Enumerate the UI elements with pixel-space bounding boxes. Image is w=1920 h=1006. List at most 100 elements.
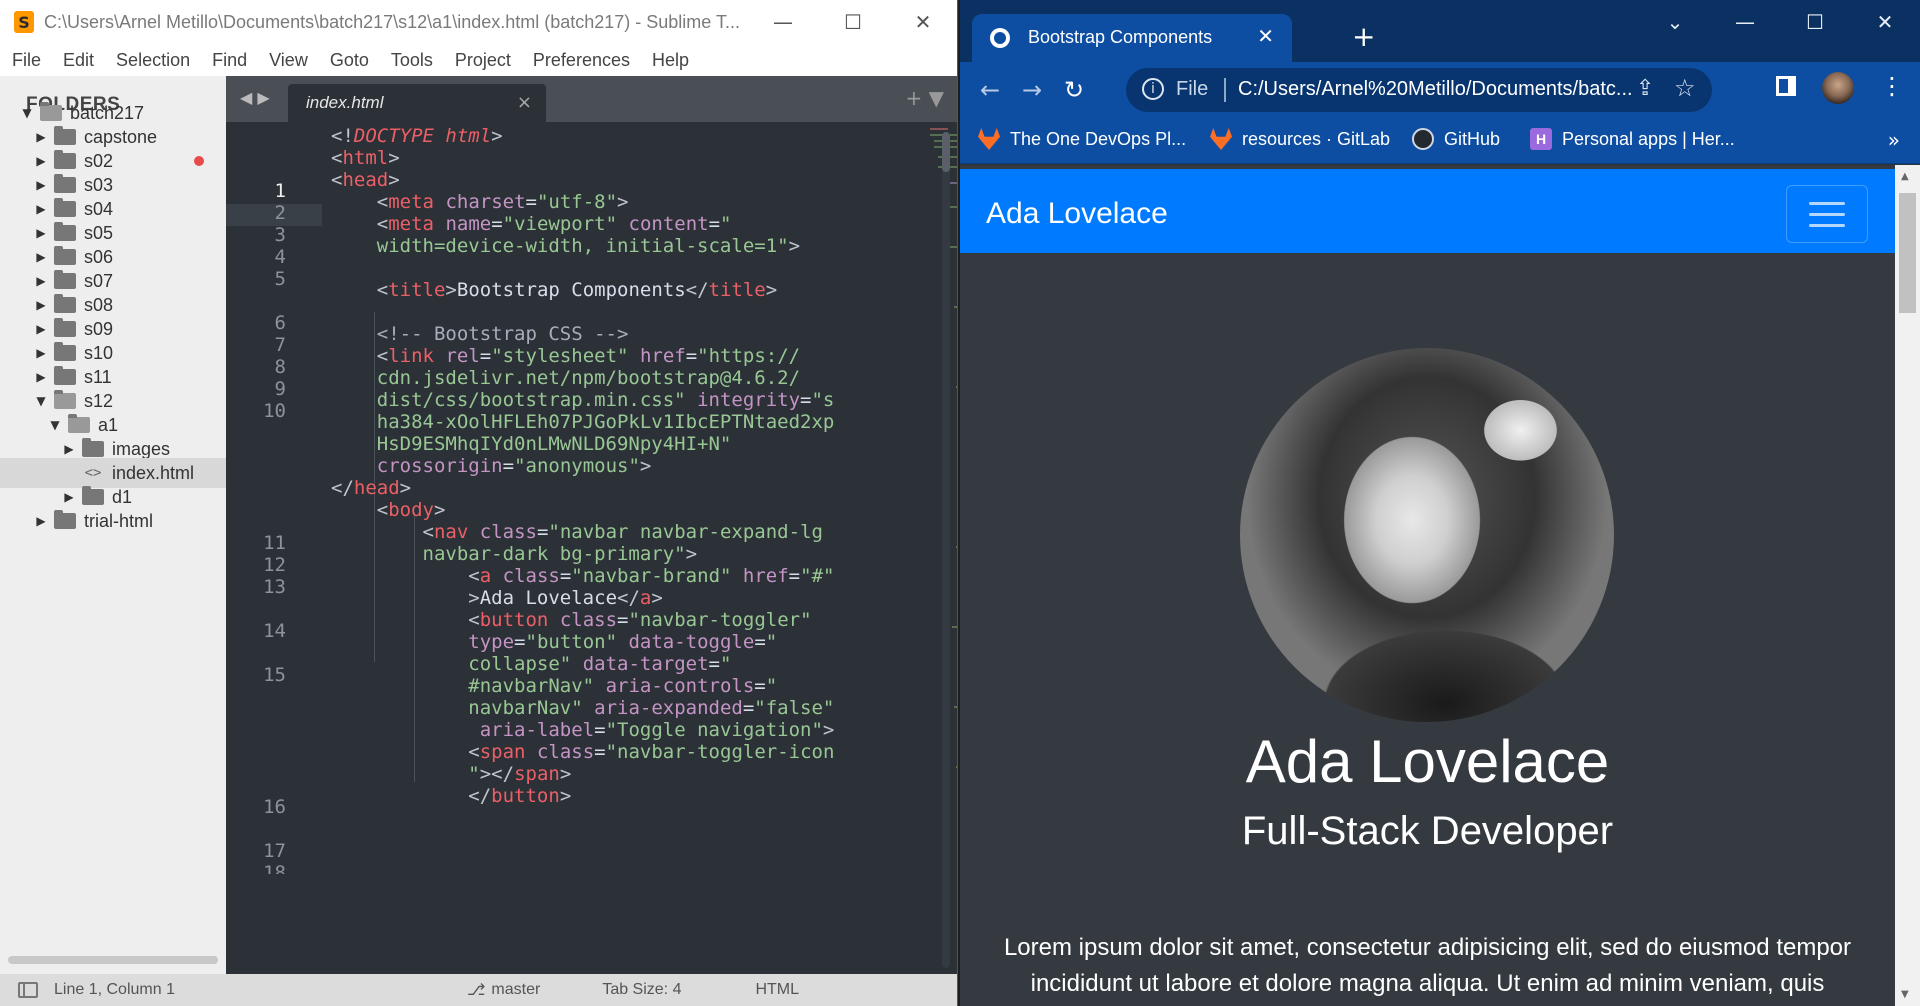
scroll-down-icon[interactable]: ▼ [1901,989,1909,1000]
menu-preferences[interactable]: Preferences [533,50,630,71]
code-view[interactable]: <!DOCTYPE html> <html> <head> <meta charse… [331,103,834,851]
line-number: 2 [274,202,286,224]
address-bar[interactable]: i File C:/Users/Arnel%20Metillo/Document… [1126,68,1712,112]
info-icon[interactable]: i [1142,78,1164,100]
minimize-icon[interactable]: — [1710,0,1780,44]
browser-tab[interactable]: Bootstrap Components ✕ [972,14,1292,62]
tree-item-label: s07 [84,270,114,291]
tab-navigation-icon[interactable]: ◀ ▶ [240,88,270,107]
line-number: 12 [263,554,286,576]
menu-file[interactable]: File [12,50,41,71]
line-number: 18 [263,862,286,874]
menu-tools[interactable]: Tools [391,50,433,71]
tree-item-label: images [112,438,171,459]
reload-icon[interactable]: ↻ [1064,76,1084,104]
more-menu-icon[interactable]: ⋮ [1880,72,1904,100]
menu-help[interactable]: Help [652,50,689,71]
chevron-right-icon[interactable]: ▶ [34,322,48,336]
folder-icon [82,438,104,457]
menu-project[interactable]: Project [455,50,511,71]
page-viewport: Ada Lovelace Ada Lovelace Full-Stack Dev… [960,165,1895,1006]
tree-item-trial-html[interactable]: ▶ trial-html [0,506,226,536]
divider [1224,78,1226,102]
chevron-right-icon[interactable]: ▶ [34,370,48,384]
chevron-right-icon[interactable]: ▶ [62,490,76,504]
globe-icon [990,28,1010,48]
bookmark-label: Personal apps | Her... [1562,128,1735,149]
scrollbar-thumb[interactable] [1899,193,1916,313]
chevron-right-icon[interactable]: ▶ [34,226,48,240]
page-scrollbar[interactable]: ▲ ▼ [1895,165,1920,1006]
status-bar: Line 1, Column 1 ⎇ master Tab Size: 4 HT… [0,974,957,1006]
chevron-right-icon[interactable]: ▶ [34,178,48,192]
tree-item-label: a1 [98,414,119,435]
menu-goto[interactable]: Goto [330,50,369,71]
share-icon[interactable]: ⇪ [1636,76,1654,101]
code-file-icon: <> [84,465,102,481]
tab-menu-icon[interactable]: + ▼ [906,86,945,110]
hamburger-icon [1809,202,1845,205]
chevron-right-icon[interactable]: ▶ [34,154,48,168]
line-number: 17 [263,840,286,862]
chevron-down-icon[interactable]: ▼ [48,418,62,432]
gitlab-icon [1210,128,1232,150]
navbar-brand[interactable]: Ada Lovelace [986,197,1168,231]
sidebar-toggle-icon[interactable] [18,982,38,998]
folder-icon [54,342,76,361]
git-branch[interactable]: master [491,981,540,999]
folder-open-icon [54,390,76,409]
chevron-right-icon[interactable]: ▶ [34,274,48,288]
line-number: 3 [274,224,286,246]
close-tab-icon[interactable]: ✕ [1257,24,1274,48]
editor-scrollbar[interactable] [942,132,950,968]
bookmark-gitlab[interactable]: resources · GitLab [1210,128,1390,150]
navbar-toggler-button[interactable] [1786,185,1868,243]
menu-view[interactable]: View [269,50,308,71]
folder-icon [54,222,76,241]
chevron-right-icon[interactable]: ▶ [34,298,48,312]
syntax-mode[interactable]: HTML [755,981,799,999]
chevron-down-icon[interactable]: ▼ [20,106,34,120]
folder-open-icon [40,102,62,121]
chevron-right-icon[interactable]: ▶ [34,250,48,264]
forward-arrow-icon[interactable]: → [1022,76,1042,104]
maximize-icon[interactable]: ☐ [1780,0,1850,44]
line-number: 7 [274,334,286,356]
bookmark-devops[interactable]: The One DevOps Pl... [978,128,1186,150]
maximize-icon[interactable]: ☐ [818,0,888,44]
chevron-right-icon[interactable]: ▶ [34,514,48,528]
tree-item-label: index.html [112,462,195,483]
scrollbar-thumb[interactable] [942,132,950,172]
tab-size[interactable]: Tab Size: 4 [602,981,681,999]
close-icon[interactable]: ✕ [888,0,957,44]
chevron-right-icon[interactable]: ▶ [34,202,48,216]
profile-avatar[interactable] [1822,72,1854,104]
chevron-right-icon[interactable]: ▶ [34,346,48,360]
folder-open-icon [68,414,90,433]
minimize-icon[interactable]: — [748,0,818,44]
bookmarks-overflow-icon[interactable]: » [1888,128,1900,152]
bookmark-heroku[interactable]: H Personal apps | Her... [1530,128,1735,150]
sublime-logo-icon: S [14,11,34,33]
bookmark-star-icon[interactable]: ☆ [1674,74,1696,102]
chevron-right-icon[interactable]: ▶ [62,442,76,456]
sidebar-scrollbar[interactable] [8,956,218,964]
folder-icon [54,270,76,289]
back-arrow-icon[interactable]: ← [980,76,1000,104]
chevron-down-icon[interactable]: ▼ [34,394,48,408]
bookmark-github[interactable]: GitHub [1412,128,1500,150]
new-tab-button[interactable]: + [1352,20,1375,53]
tree-item-label: s10 [84,342,114,363]
hero-paragraph: Lorem ipsum dolor sit amet, consectetur … [1003,934,1852,997]
chevron-right-icon[interactable]: ▶ [34,130,48,144]
side-panel-icon[interactable] [1776,76,1796,96]
tab-search-icon[interactable]: ⌄ [1640,0,1710,44]
menu-selection[interactable]: Selection [116,50,190,71]
scroll-up-icon[interactable]: ▲ [1901,171,1909,182]
menu-edit[interactable]: Edit [63,50,94,71]
line-number: 6 [274,312,286,334]
url-text[interactable]: C:/Users/Arnel%20Metillo/Documents/batc.… [1238,78,1638,101]
hamburger-icon-bar [1809,213,1845,216]
menu-find[interactable]: Find [212,50,247,71]
close-icon[interactable]: ✕ [1850,0,1920,44]
